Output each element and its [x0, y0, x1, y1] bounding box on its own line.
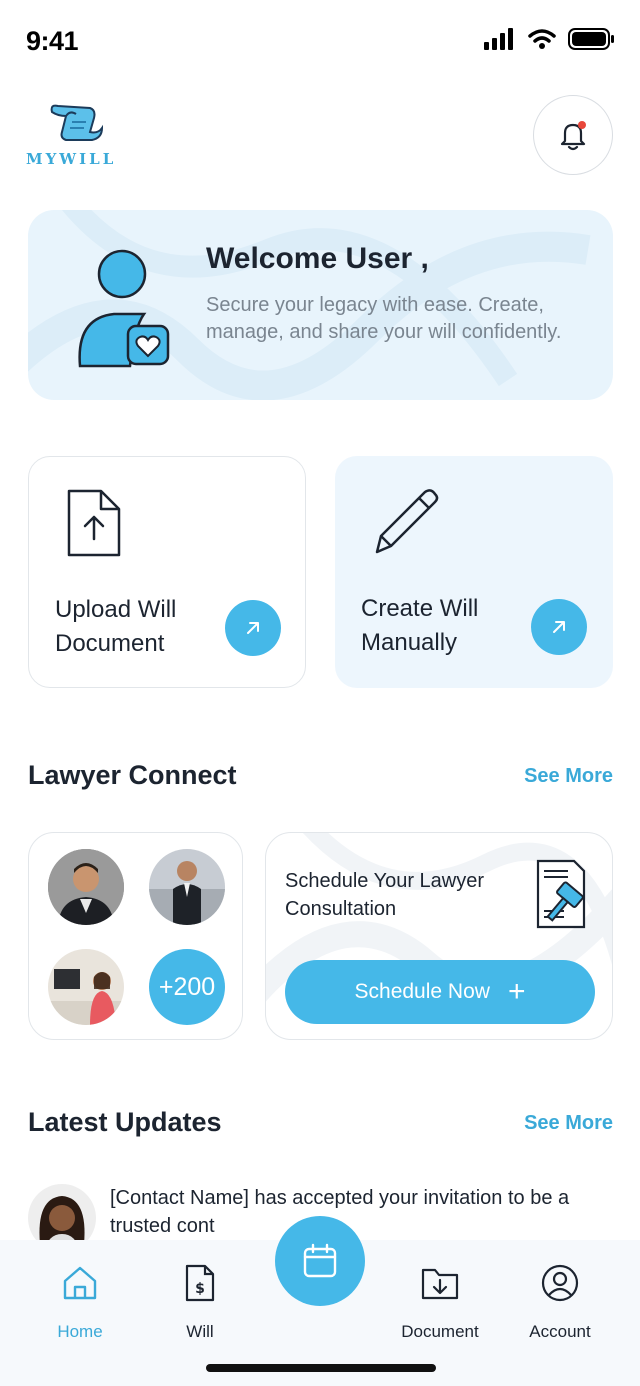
home-indicator	[206, 1364, 436, 1372]
upload-will-label: Upload Will Document	[55, 596, 177, 657]
lawyer-photo	[149, 849, 225, 925]
bell-icon	[560, 121, 586, 151]
tab-document-label: Document	[401, 1322, 479, 1341]
status-icons	[484, 28, 614, 50]
wifi-icon	[528, 29, 556, 49]
latest-updates-title: Latest Updates	[28, 1107, 222, 1137]
upload-will-card[interactable]: Upload Will Document	[28, 456, 306, 688]
schedule-now-button[interactable]: Schedule Now +	[285, 960, 595, 1024]
tab-document[interactable]: Document	[385, 1260, 495, 1342]
lawyer-avatar[interactable]	[149, 849, 225, 925]
upload-file-icon	[67, 489, 121, 557]
tab-account-label: Account	[529, 1322, 591, 1341]
schedule-consultation-card: Schedule Your Lawyer Consultation Schedu…	[265, 832, 613, 1040]
logo-text: MYWILL	[26, 150, 117, 168]
arrow-up-right-icon	[247, 622, 259, 634]
plus-icon: +	[507, 975, 526, 1008]
app-logo: MYWILL	[26, 100, 126, 170]
upload-will-arrow-button[interactable]	[225, 600, 281, 656]
status-bar: 9:41	[0, 0, 640, 84]
dollar-document-icon: $	[185, 1264, 215, 1302]
tab-home[interactable]: Home	[25, 1260, 135, 1342]
lawyer-photo	[48, 849, 124, 925]
welcome-title: Welcome User ,	[206, 242, 429, 275]
lawyer-see-more-link[interactable]: See More	[524, 765, 613, 788]
gavel-document-icon	[536, 859, 586, 929]
tab-account[interactable]: Account	[505, 1260, 615, 1342]
welcome-card: Welcome User , Secure your legacy with e…	[28, 210, 613, 400]
lawyer-photo	[48, 949, 124, 1025]
lawyer-avatar[interactable]	[48, 949, 124, 1025]
svg-text:$: $	[195, 1281, 205, 1297]
schedule-text: Schedule Your Lawyer Consultation	[285, 870, 485, 920]
account-icon	[541, 1264, 579, 1302]
tab-home-label: Home	[57, 1322, 103, 1341]
create-will-label: Create Will Manually	[361, 595, 479, 656]
lawyer-avatar[interactable]	[48, 849, 124, 925]
battery-icon	[568, 28, 614, 50]
pencil-icon	[375, 489, 439, 554]
update-text: [Contact Name] has accepted your invitat…	[110, 1187, 570, 1237]
schedule-now-label: Schedule Now	[354, 980, 490, 1003]
user-heart-icon	[78, 249, 170, 368]
calendar-fab-button[interactable]	[275, 1216, 365, 1306]
scroll-logo-icon	[50, 104, 104, 141]
calendar-icon	[303, 1243, 337, 1278]
lawyer-count-badge[interactable]: +200	[149, 949, 225, 1025]
home-icon	[63, 1266, 97, 1300]
welcome-subtitle: Secure your legacy with ease. Create, ma…	[206, 294, 562, 343]
lawyer-connect-title: Lawyer Connect	[28, 760, 237, 790]
arrow-up-right-icon	[553, 621, 565, 633]
create-will-arrow-button[interactable]	[531, 599, 587, 655]
create-will-card[interactable]: Create Will Manually	[335, 456, 613, 688]
signal-icon	[484, 28, 513, 50]
folder-download-icon	[421, 1268, 459, 1300]
lawyer-avatars-card[interactable]: +200	[28, 832, 243, 1040]
status-time: 9:41	[26, 26, 79, 56]
tab-will[interactable]: $ Will	[145, 1260, 255, 1342]
updates-see-more-link[interactable]: See More	[524, 1112, 613, 1135]
notifications-button[interactable]	[533, 95, 613, 175]
tab-will-label: Will	[186, 1322, 214, 1341]
